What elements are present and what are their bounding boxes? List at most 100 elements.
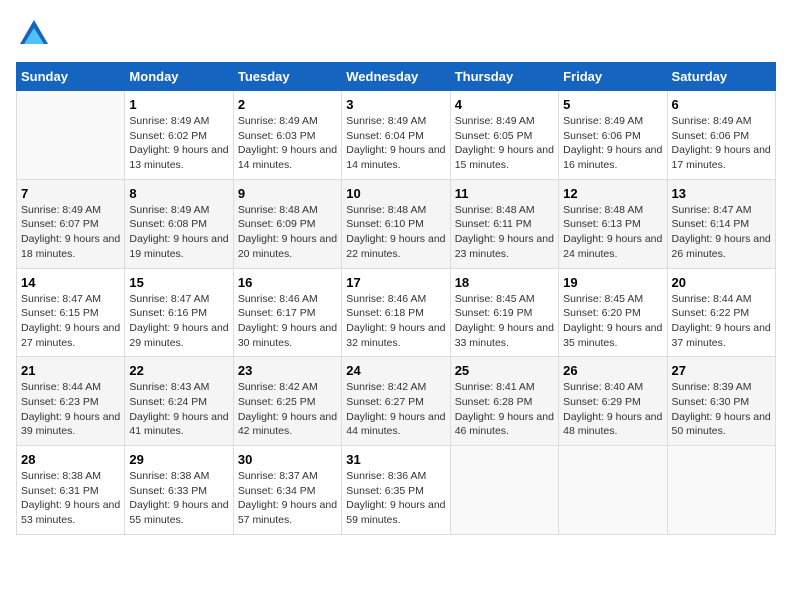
day-number: 19 bbox=[563, 275, 662, 290]
day-number: 18 bbox=[455, 275, 554, 290]
calendar-cell: 21 Sunrise: 8:44 AMSunset: 6:23 PMDayligh… bbox=[17, 357, 125, 446]
calendar-header-row: SundayMondayTuesdayWednesdayThursdayFrid… bbox=[17, 63, 776, 91]
day-number: 10 bbox=[346, 186, 445, 201]
day-number: 5 bbox=[563, 97, 662, 112]
day-number: 25 bbox=[455, 363, 554, 378]
day-info: Sunrise: 8:49 AMSunset: 6:04 PMDaylight:… bbox=[346, 114, 445, 173]
calendar-week-row: 21 Sunrise: 8:44 AMSunset: 6:23 PMDayligh… bbox=[17, 357, 776, 446]
calendar-cell: 8Sunrise: 8:49 AMSunset: 6:08 PMDaylight… bbox=[125, 179, 233, 268]
calendar-cell: 3 Sunrise: 8:49 AMSunset: 6:04 PMDaylight… bbox=[342, 91, 450, 180]
day-info: Sunrise: 8:49 AMSunset: 6:05 PMDaylight:… bbox=[455, 114, 554, 173]
day-info: Sunrise: 8:42 AMSunset: 6:25 PMDaylight:… bbox=[238, 380, 337, 439]
logo-icon bbox=[16, 16, 52, 52]
day-info: Sunrise: 8:36 AMSunset: 6:35 PMDaylight:… bbox=[346, 469, 445, 528]
calendar-body: 1 Sunrise: 8:49 AMSunset: 6:02 PMDaylight… bbox=[17, 91, 776, 535]
day-number: 24 bbox=[346, 363, 445, 378]
day-number: 16 bbox=[238, 275, 337, 290]
day-number: 26 bbox=[563, 363, 662, 378]
day-info: Sunrise: 8:46 AMSunset: 6:18 PMDaylight:… bbox=[346, 292, 445, 351]
day-info: Sunrise: 8:48 AMSunset: 6:13 PMDaylight:… bbox=[563, 203, 662, 262]
day-number: 6 bbox=[672, 97, 771, 112]
day-number: 31 bbox=[346, 452, 445, 467]
day-number: 7 bbox=[21, 186, 120, 201]
day-info: Sunrise: 8:45 AMSunset: 6:19 PMDaylight:… bbox=[455, 292, 554, 351]
day-number: 17 bbox=[346, 275, 445, 290]
day-info: Sunrise: 8:49 AMSunset: 6:03 PMDaylight:… bbox=[238, 114, 337, 173]
day-info: Sunrise: 8:49 AMSunset: 6:06 PMDaylight:… bbox=[672, 114, 771, 173]
day-info: Sunrise: 8:47 AMSunset: 6:14 PMDaylight:… bbox=[672, 203, 771, 262]
day-info: Sunrise: 8:38 AMSunset: 6:33 PMDaylight:… bbox=[129, 469, 228, 528]
day-number: 27 bbox=[672, 363, 771, 378]
calendar-week-row: 28 Sunrise: 8:38 AMSunset: 6:31 PMDayligh… bbox=[17, 446, 776, 535]
calendar-cell: 2 Sunrise: 8:49 AMSunset: 6:03 PMDaylight… bbox=[233, 91, 341, 180]
calendar-cell bbox=[667, 446, 775, 535]
calendar-cell: 9 Sunrise: 8:48 AMSunset: 6:09 PMDaylight… bbox=[233, 179, 341, 268]
day-number: 30 bbox=[238, 452, 337, 467]
day-info: Sunrise: 8:41 AMSunset: 6:28 PMDaylight:… bbox=[455, 380, 554, 439]
calendar-cell bbox=[559, 446, 667, 535]
calendar-week-row: 14Sunrise: 8:47 AMSunset: 6:15 PMDayligh… bbox=[17, 268, 776, 357]
calendar-cell: 24 Sunrise: 8:42 AMSunset: 6:27 PMDayligh… bbox=[342, 357, 450, 446]
day-info: Sunrise: 8:49 AMSunset: 6:06 PMDaylight:… bbox=[563, 114, 662, 173]
day-info: Sunrise: 8:49 AMSunset: 6:02 PMDaylight:… bbox=[129, 114, 228, 173]
day-info: Sunrise: 8:42 AMSunset: 6:27 PMDaylight:… bbox=[346, 380, 445, 439]
day-info: Sunrise: 8:48 AMSunset: 6:10 PMDaylight:… bbox=[346, 203, 445, 262]
day-info: Sunrise: 8:48 AMSunset: 6:11 PMDaylight:… bbox=[455, 203, 554, 262]
day-header-sunday: Sunday bbox=[17, 63, 125, 91]
calendar-cell: 26 Sunrise: 8:40 AMSunset: 6:29 PMDayligh… bbox=[559, 357, 667, 446]
day-number: 2 bbox=[238, 97, 337, 112]
calendar-table: SundayMondayTuesdayWednesdayThursdayFrid… bbox=[16, 62, 776, 535]
calendar-cell: 14Sunrise: 8:47 AMSunset: 6:15 PMDayligh… bbox=[17, 268, 125, 357]
day-number: 15 bbox=[129, 275, 228, 290]
day-header-saturday: Saturday bbox=[667, 63, 775, 91]
logo bbox=[16, 16, 56, 52]
calendar-cell: 30Sunrise: 8:37 AMSunset: 6:34 PMDayligh… bbox=[233, 446, 341, 535]
day-header-wednesday: Wednesday bbox=[342, 63, 450, 91]
day-header-monday: Monday bbox=[125, 63, 233, 91]
calendar-cell: 12Sunrise: 8:48 AMSunset: 6:13 PMDayligh… bbox=[559, 179, 667, 268]
day-number: 28 bbox=[21, 452, 120, 467]
header bbox=[16, 16, 776, 52]
day-info: Sunrise: 8:45 AMSunset: 6:20 PMDaylight:… bbox=[563, 292, 662, 351]
day-info: Sunrise: 8:46 AMSunset: 6:17 PMDaylight:… bbox=[238, 292, 337, 351]
calendar-cell: 7 Sunrise: 8:49 AMSunset: 6:07 PMDaylight… bbox=[17, 179, 125, 268]
calendar-cell: 25 Sunrise: 8:41 AMSunset: 6:28 PMDayligh… bbox=[450, 357, 558, 446]
calendar-cell: 6 Sunrise: 8:49 AMSunset: 6:06 PMDaylight… bbox=[667, 91, 775, 180]
day-info: Sunrise: 8:43 AMSunset: 6:24 PMDaylight:… bbox=[129, 380, 228, 439]
calendar-cell: 31 Sunrise: 8:36 AMSunset: 6:35 PMDayligh… bbox=[342, 446, 450, 535]
day-number: 29 bbox=[129, 452, 228, 467]
calendar-cell: 13 Sunrise: 8:47 AMSunset: 6:14 PMDayligh… bbox=[667, 179, 775, 268]
day-number: 8 bbox=[129, 186, 228, 201]
day-number: 1 bbox=[129, 97, 228, 112]
day-number: 11 bbox=[455, 186, 554, 201]
calendar-week-row: 7 Sunrise: 8:49 AMSunset: 6:07 PMDaylight… bbox=[17, 179, 776, 268]
day-info: Sunrise: 8:49 AMSunset: 6:07 PMDaylight:… bbox=[21, 203, 120, 262]
calendar-cell: 18 Sunrise: 8:45 AMSunset: 6:19 PMDayligh… bbox=[450, 268, 558, 357]
day-header-thursday: Thursday bbox=[450, 63, 558, 91]
day-info: Sunrise: 8:38 AMSunset: 6:31 PMDaylight:… bbox=[21, 469, 120, 528]
day-number: 13 bbox=[672, 186, 771, 201]
calendar-cell: 27 Sunrise: 8:39 AMSunset: 6:30 PMDayligh… bbox=[667, 357, 775, 446]
calendar-cell: 22 Sunrise: 8:43 AMSunset: 6:24 PMDayligh… bbox=[125, 357, 233, 446]
calendar-cell: 20Sunrise: 8:44 AMSunset: 6:22 PMDayligh… bbox=[667, 268, 775, 357]
day-info: Sunrise: 8:44 AMSunset: 6:22 PMDaylight:… bbox=[672, 292, 771, 351]
calendar-cell: 11 Sunrise: 8:48 AMSunset: 6:11 PMDayligh… bbox=[450, 179, 558, 268]
day-number: 22 bbox=[129, 363, 228, 378]
day-info: Sunrise: 8:47 AMSunset: 6:16 PMDaylight:… bbox=[129, 292, 228, 351]
day-info: Sunrise: 8:40 AMSunset: 6:29 PMDaylight:… bbox=[563, 380, 662, 439]
day-info: Sunrise: 8:48 AMSunset: 6:09 PMDaylight:… bbox=[238, 203, 337, 262]
calendar-cell: 29 Sunrise: 8:38 AMSunset: 6:33 PMDayligh… bbox=[125, 446, 233, 535]
calendar-cell: 28 Sunrise: 8:38 AMSunset: 6:31 PMDayligh… bbox=[17, 446, 125, 535]
calendar-cell: 5 Sunrise: 8:49 AMSunset: 6:06 PMDaylight… bbox=[559, 91, 667, 180]
day-number: 4 bbox=[455, 97, 554, 112]
day-number: 3 bbox=[346, 97, 445, 112]
day-number: 21 bbox=[21, 363, 120, 378]
day-number: 9 bbox=[238, 186, 337, 201]
calendar-cell: 17 Sunrise: 8:46 AMSunset: 6:18 PMDayligh… bbox=[342, 268, 450, 357]
day-info: Sunrise: 8:39 AMSunset: 6:30 PMDaylight:… bbox=[672, 380, 771, 439]
day-info: Sunrise: 8:47 AMSunset: 6:15 PMDaylight:… bbox=[21, 292, 120, 351]
calendar-cell: 10 Sunrise: 8:48 AMSunset: 6:10 PMDayligh… bbox=[342, 179, 450, 268]
day-info: Sunrise: 8:44 AMSunset: 6:23 PMDaylight:… bbox=[21, 380, 120, 439]
calendar-cell bbox=[450, 446, 558, 535]
day-number: 23 bbox=[238, 363, 337, 378]
